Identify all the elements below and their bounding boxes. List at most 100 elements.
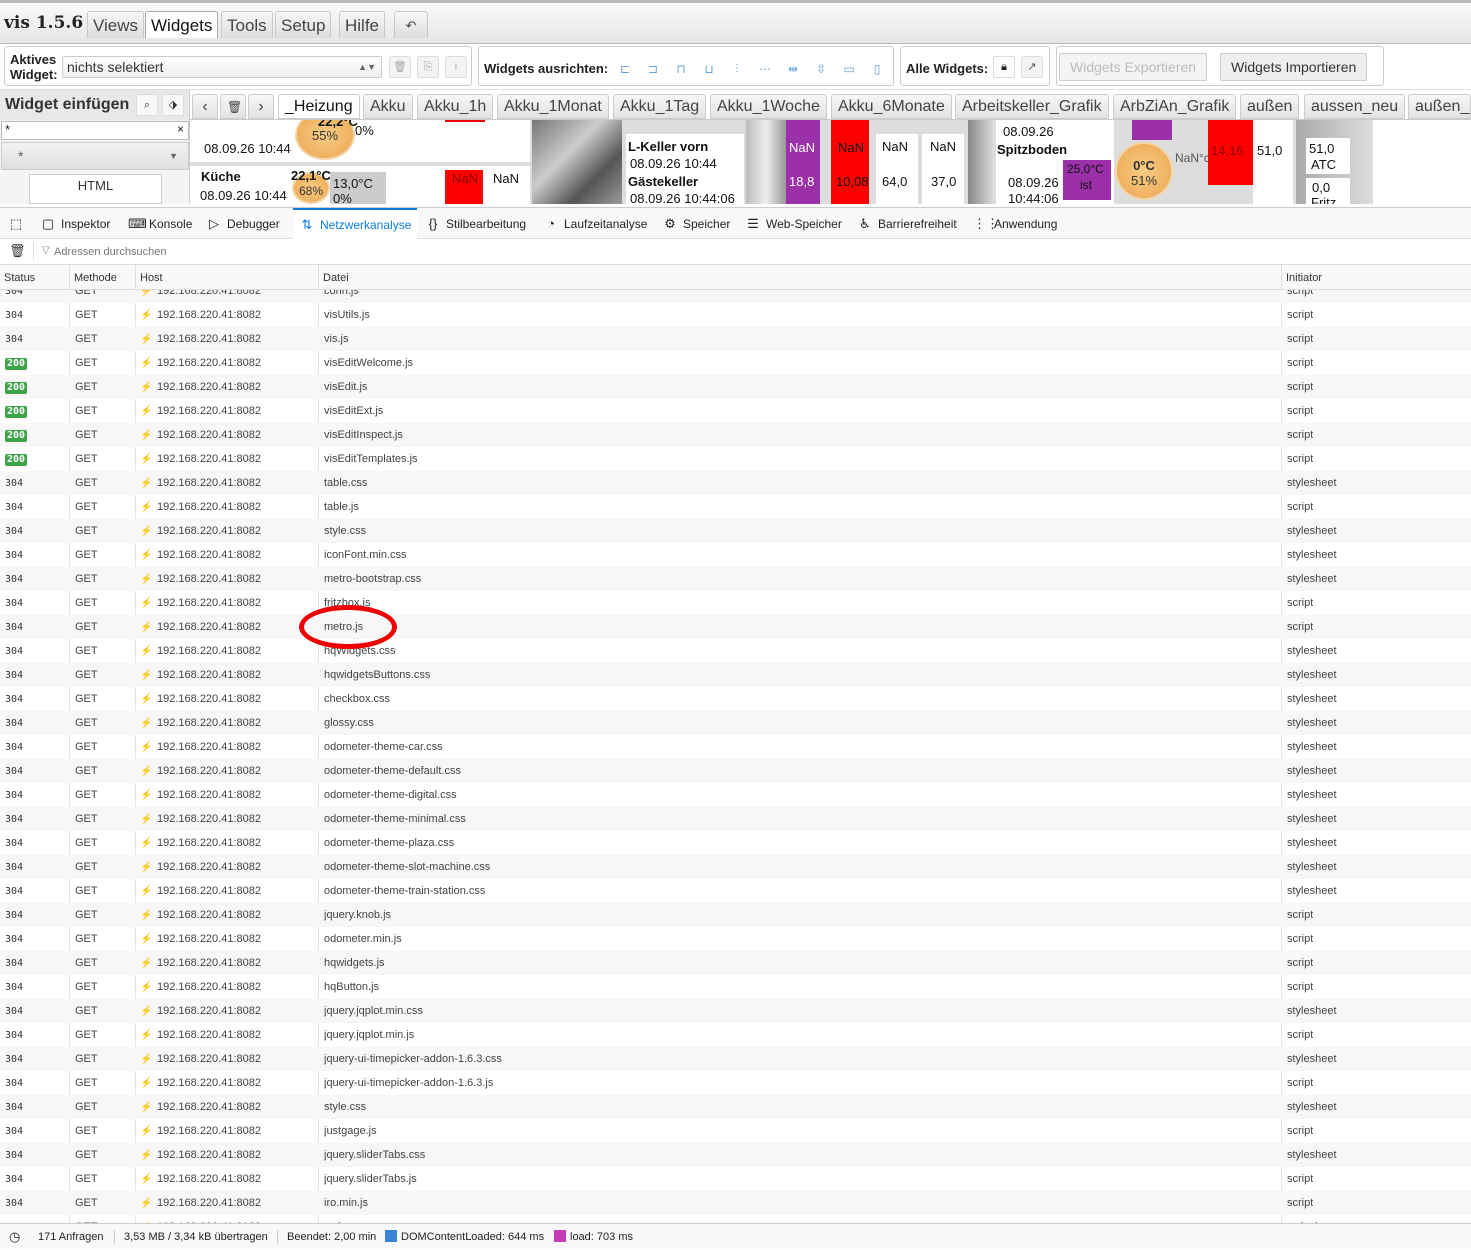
table-row[interactable]: 304 GET ⚡ 192.168.220.41:8082 table.js script xyxy=(0,495,1471,519)
align-top-icon[interactable]: ⊓ xyxy=(673,61,689,77)
tab-inspektor[interactable]: ▢ Inspektor xyxy=(40,208,111,239)
table-row[interactable]: 304GET⚡192.168.220.41:8082style.cssstyle… xyxy=(0,519,1471,543)
menu-views[interactable]: Views xyxy=(87,11,145,38)
same-width-icon[interactable]: ▭ xyxy=(841,61,857,77)
view-tab[interactable]: Akku xyxy=(363,94,413,119)
table-row[interactable]: 200 GET ⚡ 192.168.220.41:8082 visEditTemplat… xyxy=(0,447,1471,471)
trash-icon[interactable]: 🗑 xyxy=(9,243,26,259)
align-left-icon[interactable]: ⊏ xyxy=(617,61,633,77)
table-row[interactable]: 304 GET ⚡ 192.168.220.41:8082 jquery.jqplot.… xyxy=(0,1023,1471,1047)
table-row[interactable]: 304 GET ⚡ 192.168.220.41:8082 odometer-theme… xyxy=(0,831,1471,855)
table-row[interactable]: 304 GET ⚡ 192.168.220.41:8082 odometer-theme… xyxy=(0,807,1471,831)
view-tab[interactable]: aussen_neu xyxy=(1304,94,1406,119)
tab-anwendung[interactable]: ⋮⋮Anwendung xyxy=(973,208,1057,239)
table-row[interactable]: 304 GET ⚡ 192.168.220.41:8082 vis.js script xyxy=(0,327,1471,351)
view-tab[interactable]: Akku_6Monate xyxy=(831,94,952,119)
table-row[interactable]: 304 GET ⚡ 192.168.220.41:8082 checkbox.css st… xyxy=(0,687,1471,711)
table-row[interactable]: 304 GET ⚡ 192.168.220.41:8082 odometer.min.j… xyxy=(0,927,1471,951)
view-tab[interactable]: _Heizung xyxy=(278,94,360,119)
table-row[interactable]: 200 GET ⚡ 192.168.220.41:8082 visEditExt.js s… xyxy=(0,399,1471,423)
table-row[interactable]: 200 GET ⚡ 192.168.220.41:8082 visEditWelcome… xyxy=(0,351,1471,375)
external-link-icon[interactable]: ↗ xyxy=(1021,56,1043,78)
column-header-host[interactable]: Host xyxy=(136,265,319,290)
tabs-next-icon[interactable]: › xyxy=(248,94,274,119)
table-row[interactable]: 304 GET ⚡ 192.168.220.41:8082 fritzbox.js scr… xyxy=(0,591,1471,615)
tag-icon[interactable]: ⬗ xyxy=(162,94,184,116)
tabs-prev-icon[interactable]: ‹ xyxy=(192,94,218,119)
tab-barrierefreiheit[interactable]: ♿︎ Barrierefreiheit xyxy=(857,208,957,239)
menu-tools[interactable]: Tools xyxy=(221,11,273,38)
menu-widgets[interactable]: Widgets xyxy=(145,11,219,38)
table-row[interactable]: 200 GET ⚡ 192.168.220.41:8082 visEdit.js scri… xyxy=(0,375,1471,399)
info-icon[interactable]: i xyxy=(445,56,467,78)
view-tab[interactable]: Akku_1Woche xyxy=(710,94,827,119)
table-row[interactable]: 304 GET ⚡ 192.168.220.41:8082 iconFont.min.c… xyxy=(0,543,1471,567)
align-hcenter-icon[interactable]: ⋯ xyxy=(757,61,773,77)
view-tab[interactable]: außen xyxy=(1240,94,1300,119)
export-widgets-button[interactable]: Widgets Exportieren xyxy=(1059,53,1208,81)
table-row[interactable]: 304 GET ⚡ 192.168.220.41:8082 odometer-theme… xyxy=(0,879,1471,903)
url-filter-input[interactable] xyxy=(54,243,454,260)
tab-netzwerkanalyse[interactable]: ⇅ Netzwerkanalyse xyxy=(293,208,418,239)
tabs-delete-icon[interactable]: 🗑 xyxy=(220,94,246,119)
table-row[interactable]: 200 GET ⚡ 192.168.220.41:8082 visEditInspect… xyxy=(0,423,1471,447)
table-row[interactable]: 304 GET ⚡ 192.168.220.41:8082 jquery.knob.js… xyxy=(0,903,1471,927)
column-header-status[interactable]: Status xyxy=(0,265,70,290)
undo-icon[interactable]: ↶ xyxy=(394,11,428,38)
table-row[interactable]: 304 GET ⚡ 192.168.220.41:8082 odometer-theme… xyxy=(0,735,1471,759)
tab-speicher[interactable]: ⚙ Speicher xyxy=(662,208,730,239)
table-row[interactable]: 304 GET ⚡ 192.168.220.41:8082 visUtils.js scr… xyxy=(0,303,1471,327)
active-widget-select[interactable]: nichts selektiert ▲▼ xyxy=(62,56,382,78)
widget-item-html[interactable]: HTML xyxy=(29,174,162,204)
table-row[interactable]: 304 GET ⚡ 192.168.220.41:8082 justgage.js scr… xyxy=(0,1119,1471,1143)
table-row[interactable]: 304 GET ⚡ 192.168.220.41:8082 jquery.jqplot.… xyxy=(0,999,1471,1023)
table-row[interactable]: 304 GET ⚡ 192.168.220.41:8082 glossy.css styl… xyxy=(0,711,1471,735)
table-row[interactable]: 304 GET ⚡ 192.168.220.41:8082 metro-bootstra… xyxy=(0,567,1471,591)
table-row[interactable]: 304 GET ⚡ 192.168.220.41:8082 table.css style… xyxy=(0,471,1471,495)
widget-category-select[interactable]: * ▼ xyxy=(1,142,189,170)
align-vcenter-icon[interactable]: ⫶ xyxy=(729,61,745,77)
column-header-method[interactable]: Methode xyxy=(70,265,136,290)
table-row[interactable]: 304 GET ⚡ 192.168.220.41:8082 jquery.sliderT… xyxy=(0,1143,1471,1167)
tab-konsole[interactable]: ⌨ Konsole xyxy=(128,208,192,239)
table-row[interactable]: 304 GET ⚡ 192.168.220.41:8082 hqwidgets.js sc… xyxy=(0,951,1471,975)
table-row[interactable]: 304GET⚡192.168.220.41:8082style.cssstyle… xyxy=(0,1215,1471,1223)
menu-hilfe[interactable]: Hilfe xyxy=(339,11,386,38)
tab-stilbearbeitung[interactable]: {} Stilbearbeitung xyxy=(425,208,526,239)
table-row[interactable]: 304 GET ⚡ 192.168.220.41:8082 jquery-ui-time… xyxy=(0,1071,1471,1095)
distribute-h-icon[interactable]: ⇹ xyxy=(785,61,801,77)
lock-icon[interactable]: 🔒︎ xyxy=(993,56,1015,78)
table-row[interactable]: 304 GET ⚡ 192.168.220.41:8082 jquery.sliderT… xyxy=(0,1167,1471,1191)
table-row[interactable]: 304 GET ⚡ 192.168.220.41:8082 conn.js script xyxy=(0,290,1471,303)
import-widgets-button[interactable]: Widgets Importieren xyxy=(1220,53,1368,81)
delete-icon[interactable]: 🗑 xyxy=(389,56,411,78)
align-bottom-icon[interactable]: ⊔ xyxy=(701,61,717,77)
view-tab[interactable]: Akku_1Tag xyxy=(613,94,707,119)
column-header-file[interactable]: Datei xyxy=(319,265,1282,290)
same-height-icon[interactable]: ▯ xyxy=(869,61,885,77)
view-tab[interactable]: Akku_1h xyxy=(417,94,494,119)
table-row[interactable]: 304 GET ⚡ 192.168.220.41:8082 hqButton.js scr… xyxy=(0,975,1471,999)
table-row[interactable]: 304 GET ⚡ 192.168.220.41:8082 hqwidgetsButto… xyxy=(0,663,1471,687)
search-icon[interactable]: ⌕ xyxy=(136,94,158,116)
column-header-initiator[interactable]: Initiator xyxy=(1282,265,1471,290)
table-row[interactable]: 304 GET ⚡ 192.168.220.41:8082 odometer-theme… xyxy=(0,783,1471,807)
align-right-icon[interactable]: ⊐ xyxy=(645,61,661,77)
pick-element-icon[interactable]: ⬚ xyxy=(8,208,29,239)
tab-debugger[interactable]: ▷ Debugger xyxy=(206,208,280,239)
view-tab[interactable]: außen_ xyxy=(1408,94,1471,119)
widget-filter-input[interactable]: * × xyxy=(1,121,189,140)
clear-icon[interactable]: × xyxy=(177,122,184,136)
copy-icon[interactable]: ⎘ xyxy=(417,56,439,78)
table-row[interactable]: 304 GET ⚡ 192.168.220.41:8082 odometer-theme… xyxy=(0,759,1471,783)
view-tab[interactable]: Akku_1Monat xyxy=(497,94,609,119)
menu-setup[interactable]: Setup xyxy=(275,11,332,38)
table-row[interactable]: 304 GET ⚡ 192.168.220.41:8082 hqWidgets.css s… xyxy=(0,639,1471,663)
view-tab[interactable]: Arbeitskeller_Grafik xyxy=(955,94,1109,119)
tab-web-speicher[interactable]: ☰ Web-Speicher xyxy=(745,208,842,239)
table-row[interactable]: 304 GET ⚡ 192.168.220.41:8082 iro.min.js scri… xyxy=(0,1191,1471,1215)
table-row[interactable]: 304 GET ⚡ 192.168.220.41:8082 jquery-ui-time… xyxy=(0,1047,1471,1071)
view-tab[interactable]: ArbZiAn_Grafik xyxy=(1113,94,1237,119)
distribute-v-icon[interactable]: ⇳ xyxy=(813,61,829,77)
table-row[interactable]: 304 GET ⚡ 192.168.220.41:8082 odometer-theme… xyxy=(0,855,1471,879)
